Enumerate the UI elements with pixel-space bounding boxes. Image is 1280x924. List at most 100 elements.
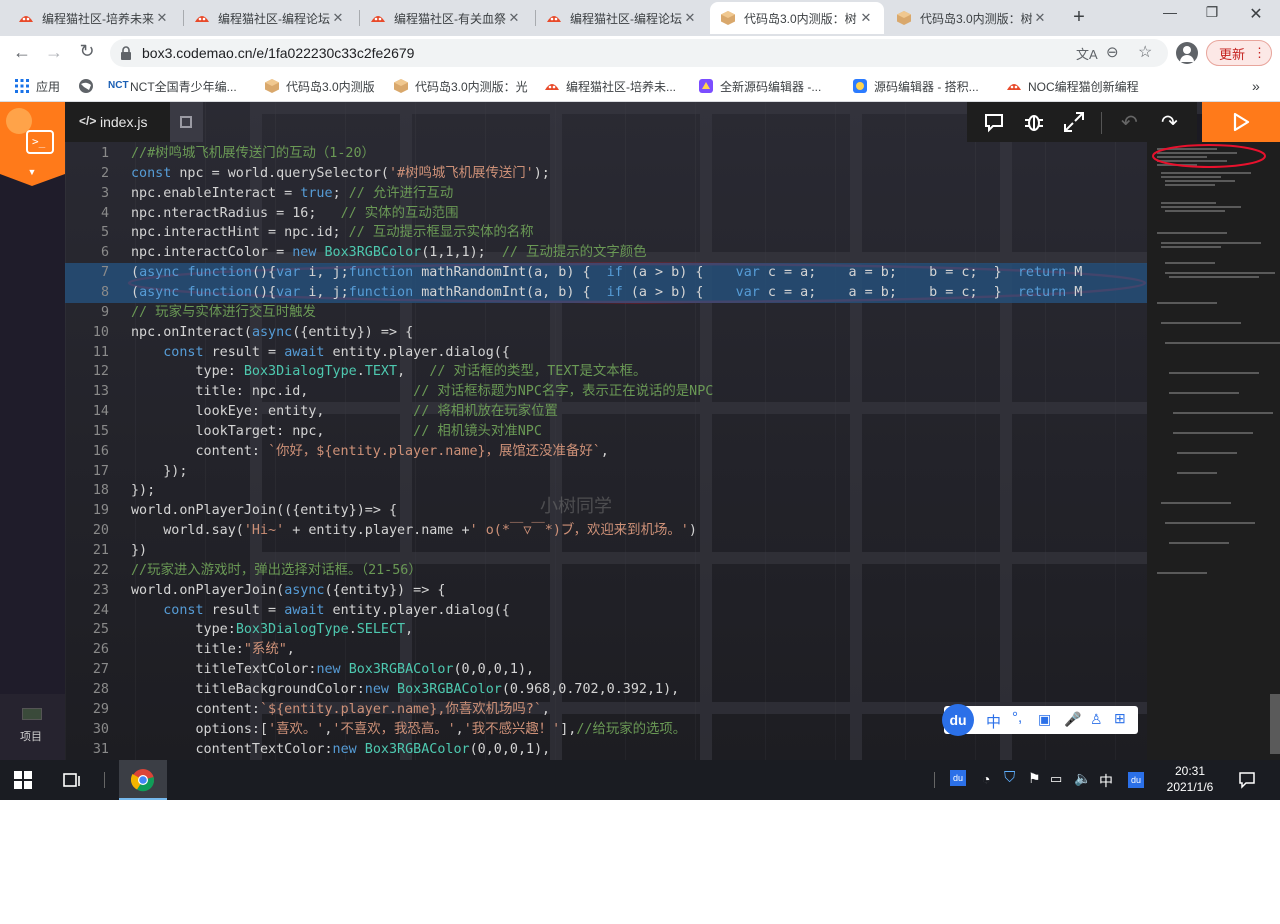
code-line[interactable]: 22 //玩家进入游戏时，弹出选择对话框。（21-56） xyxy=(65,561,1147,581)
close-icon[interactable]: ✕ xyxy=(154,10,170,26)
code-line[interactable]: 5 npc.interactHint = npc.id; // 互动提示框显示实体… xyxy=(65,223,1147,243)
browser-tab-6[interactable]: 代码岛3.0内测版：树 ✕ xyxy=(886,2,1058,34)
ime-language-indicator[interactable]: 中 xyxy=(1099,771,1113,791)
window-close-button[interactable]: ✕ xyxy=(1244,4,1268,28)
code-line[interactable]: 27 titleTextColor:new Box3RGBAColor(0,0,… xyxy=(65,660,1147,680)
code-line[interactable]: 17 }); xyxy=(65,462,1147,482)
browser-tab-4[interactable]: 编程猫社区-编程论坛 ✕ xyxy=(536,2,708,34)
sidebar-project-item[interactable]: 项目 xyxy=(0,694,65,760)
star-icon[interactable]: ☆ xyxy=(1138,42,1152,62)
code-line[interactable]: 10 npc.onInteract(async({entity}) => { xyxy=(65,323,1147,343)
forward-button[interactable]: → xyxy=(42,42,66,64)
bookmark-noc[interactable]: NOC编程猫创新编程 xyxy=(1006,76,1139,96)
code-line[interactable]: 25 type:Box3DialogType.SELECT, xyxy=(65,620,1147,640)
browser-tab-1[interactable]: 编程猫社区-培养未来 ✕ xyxy=(8,2,180,34)
code-line[interactable]: 1 //#树鸣城飞机展传送门的互动（1-20） xyxy=(65,144,1147,164)
chrome-taskbar-button[interactable] xyxy=(119,760,167,800)
bookmark-box3[interactable]: 代码岛3.0内测版 xyxy=(264,76,375,96)
close-icon[interactable]: ✕ xyxy=(330,10,346,26)
code-line[interactable]: 21}) xyxy=(65,541,1147,561)
code-line[interactable]: 14 lookEye: entity, // 将相机放在玩家位置 xyxy=(65,402,1147,422)
file-tab-index-js[interactable]: </> index.js xyxy=(65,102,170,142)
comment-icon[interactable] xyxy=(983,111,1005,133)
code-line[interactable]: 4 npc.nteractRadius = 16; // 实体的互动范围 xyxy=(65,204,1147,224)
code-line[interactable]: 20 world.say('Hi~' + entity.player.name … xyxy=(65,521,1147,541)
du-tray-icon[interactable]: du xyxy=(1128,772,1144,788)
code-text: title:"系统", xyxy=(131,642,295,658)
code-line[interactable]: 19 world.onPlayerJoin(({entity})=> { xyxy=(65,501,1147,521)
update-button[interactable]: 更新 ⋮ xyxy=(1206,40,1272,66)
code-line[interactable]: 13 title: npc.id, // 对话框标题为NPC名字，表示正在说话的… xyxy=(65,382,1147,402)
code-line[interactable]: 2 const npc = world.querySelector('#树鸣城飞机… xyxy=(65,164,1147,184)
system-clock[interactable]: 20:31 2021/1/6 xyxy=(1156,764,1224,794)
browser-tab-3[interactable]: 编程猫社区-有关血祭 ✕ xyxy=(360,2,532,34)
line-number: 30 xyxy=(92,721,109,737)
network-icon[interactable]: ◔ xyxy=(982,771,990,787)
code-line[interactable]: 31 contentTextColor:new Box3RGBAColor(0,… xyxy=(65,740,1147,760)
left-sidebar: >_ ▼ 项目 xyxy=(0,102,65,760)
scrollbar-thumb[interactable] xyxy=(1270,694,1280,754)
battery-icon[interactable]: ▭ xyxy=(1050,771,1062,787)
bookmark-box3-light[interactable]: 代码岛3.0内测版：光 xyxy=(393,76,528,96)
task-view-icon[interactable] xyxy=(62,771,82,789)
restore-button[interactable]: ❐ xyxy=(1200,4,1224,28)
code-line[interactable]: 18}); xyxy=(65,481,1147,501)
code-line[interactable]: 30 options:['喜欢。','不喜欢，我恐高。','我不感兴趣！'],/… xyxy=(65,720,1147,740)
terminal-icon[interactable]: >_ xyxy=(26,130,54,154)
close-icon[interactable]: ✕ xyxy=(1032,10,1048,26)
code-line[interactable]: 8 (async function(){var i, j;function mat… xyxy=(65,282,1147,303)
close-icon[interactable]: ✕ xyxy=(682,10,698,26)
code-line[interactable]: 3 npc.enableInteract = true; // 允许进行互动 xyxy=(65,184,1147,204)
bookmark-globe[interactable] xyxy=(78,76,100,96)
bookmark-apps[interactable]: 应用 xyxy=(14,76,60,96)
zoom-icon[interactable]: ⊖ xyxy=(1106,43,1119,61)
line-number: 22 xyxy=(92,562,109,578)
line-number: 21 xyxy=(92,543,109,558)
undo-icon[interactable]: ↶ xyxy=(1121,110,1138,135)
volume-icon[interactable]: 🔈 xyxy=(1074,770,1091,787)
du-tray-icon[interactable]: du xyxy=(950,770,966,786)
code-line[interactable]: 29 content:`${entity.player.name},你喜欢机场吗… xyxy=(65,700,1147,720)
line-number: 15 xyxy=(92,423,109,439)
windows-start-icon[interactable] xyxy=(14,771,32,789)
code-line[interactable]: 24 const result = await entity.player.di… xyxy=(65,601,1147,621)
bookmark-nct[interactable]: NCT NCT全国青少年编... xyxy=(108,76,237,96)
expand-icon[interactable] xyxy=(1063,111,1085,133)
close-icon[interactable]: ✕ xyxy=(858,10,874,26)
new-tab-button[interactable]: + xyxy=(1068,6,1090,28)
code-minimap[interactable] xyxy=(1147,142,1280,760)
run-button[interactable] xyxy=(1202,102,1280,142)
back-button[interactable]: ← xyxy=(10,42,34,64)
code-line[interactable]: 28 titleBackgroundColor:new Box3RGBAColo… xyxy=(65,680,1147,700)
code-line[interactable]: 7 (async function(){var i, j;function mat… xyxy=(65,263,1147,284)
bug-icon[interactable] xyxy=(1023,111,1045,133)
code-line[interactable]: 15 lookTarget: npc, // 相机镜头对准NPC xyxy=(65,422,1147,442)
minimize-button[interactable]: — xyxy=(1158,4,1182,28)
bookmarks-overflow-button[interactable]: » xyxy=(1252,76,1260,96)
address-bar[interactable]: box3.codemao.cn/e/1fa022230c33c2fe2679 文… xyxy=(110,39,1168,67)
code-line[interactable]: 26 title:"系统", xyxy=(65,640,1147,660)
translate-icon[interactable]: 文A xyxy=(1076,44,1098,63)
code-line[interactable]: 6 npc.interactColor = new Box3RGBColor(1,… xyxy=(65,243,1147,263)
browser-tab-2[interactable]: 编程猫社区-编程论坛 ✕ xyxy=(184,2,356,34)
code-line[interactable]: 12 type: Box3DialogType.TEXT, // 对话框的类型，… xyxy=(65,362,1147,382)
caret-down-icon[interactable]: ▼ xyxy=(27,167,37,177)
flag-icon[interactable]: ⚑ xyxy=(1028,770,1041,787)
code-text: }); xyxy=(131,483,156,499)
bookmark-source-editor-blocks[interactable]: 源码编辑器 - 搭积... xyxy=(852,76,979,96)
line-number: 2 xyxy=(100,165,109,181)
bookmark-source-editor[interactable]: 全新源码编辑器 -... xyxy=(698,76,821,96)
profile-avatar[interactable] xyxy=(1176,42,1198,64)
code-line[interactable]: 11 const result = await entity.player.di… xyxy=(65,343,1147,363)
close-icon[interactable]: ✕ xyxy=(506,10,522,26)
code-line[interactable]: 16 content: `你好，${entity.player.name}，展馆… xyxy=(65,442,1147,462)
shield-icon[interactable]: ⛉ xyxy=(1004,769,1015,786)
browser-tab-5-active[interactable]: 代码岛3.0内测版：树 ✕ xyxy=(710,2,884,34)
bookmark-codemao-community[interactable]: 编程猫社区-培养未... xyxy=(544,76,676,96)
file-tab-secondary[interactable] xyxy=(170,102,203,142)
reload-button[interactable]: ↻ xyxy=(75,41,99,63)
redo-icon[interactable]: ↷ xyxy=(1161,110,1178,135)
code-line[interactable]: 9 // 玩家与实体进行交互时触发 xyxy=(65,303,1147,323)
code-line[interactable]: 23 world.onPlayerJoin(async({entity}) => … xyxy=(65,581,1147,601)
notification-icon[interactable] xyxy=(1238,771,1256,789)
